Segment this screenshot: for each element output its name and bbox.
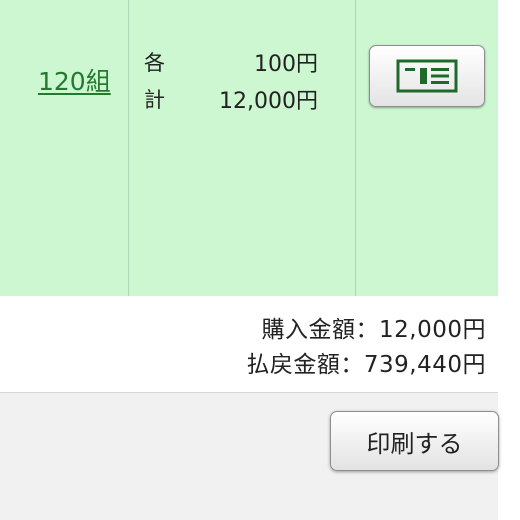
unit-value: 100円 [254,52,318,77]
column-divider [128,0,129,296]
refund-amount: 払戻金額：739,440円 [246,352,486,378]
unit-label: 各 [144,51,165,75]
total-label: 計 [144,88,165,112]
ticket-detail-button[interactable] [369,45,485,107]
ticket-icon [396,59,458,93]
right-margin [498,0,520,520]
footer-bar: 印刷する [0,393,499,520]
purchase-amount: 購入金額：12,000円 [261,317,486,343]
column-divider [355,0,356,296]
amount-summary: 購入金額：12,000円 払戻金額：739,440円 [0,296,498,393]
bet-row: 120組 各 100円 計 12,000円 [0,0,498,296]
total-value: 12,000円 [219,89,318,114]
combination-count-link[interactable]: 120組 [38,62,111,98]
print-button[interactable]: 印刷する [330,411,499,471]
